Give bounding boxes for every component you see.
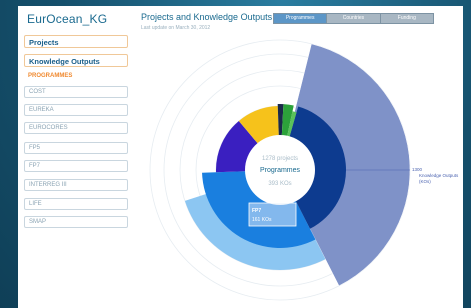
center-label-text: Programmes <box>260 167 301 174</box>
callout-sub: (KOs) <box>419 179 431 184</box>
center-kos-text: 393 KOs <box>268 181 291 187</box>
sunburst-chart: 1278 projects Programmes 393 KOs FP7 161… <box>149 39 459 301</box>
callout-label: Knowledge Outputs <box>419 173 459 178</box>
tooltip-title: FP7 <box>252 208 261 214</box>
callout-value: 1300 <box>412 167 423 172</box>
center-projects-text: 1278 projects <box>262 156 298 162</box>
tooltip-value: 161 KOs <box>252 217 272 223</box>
